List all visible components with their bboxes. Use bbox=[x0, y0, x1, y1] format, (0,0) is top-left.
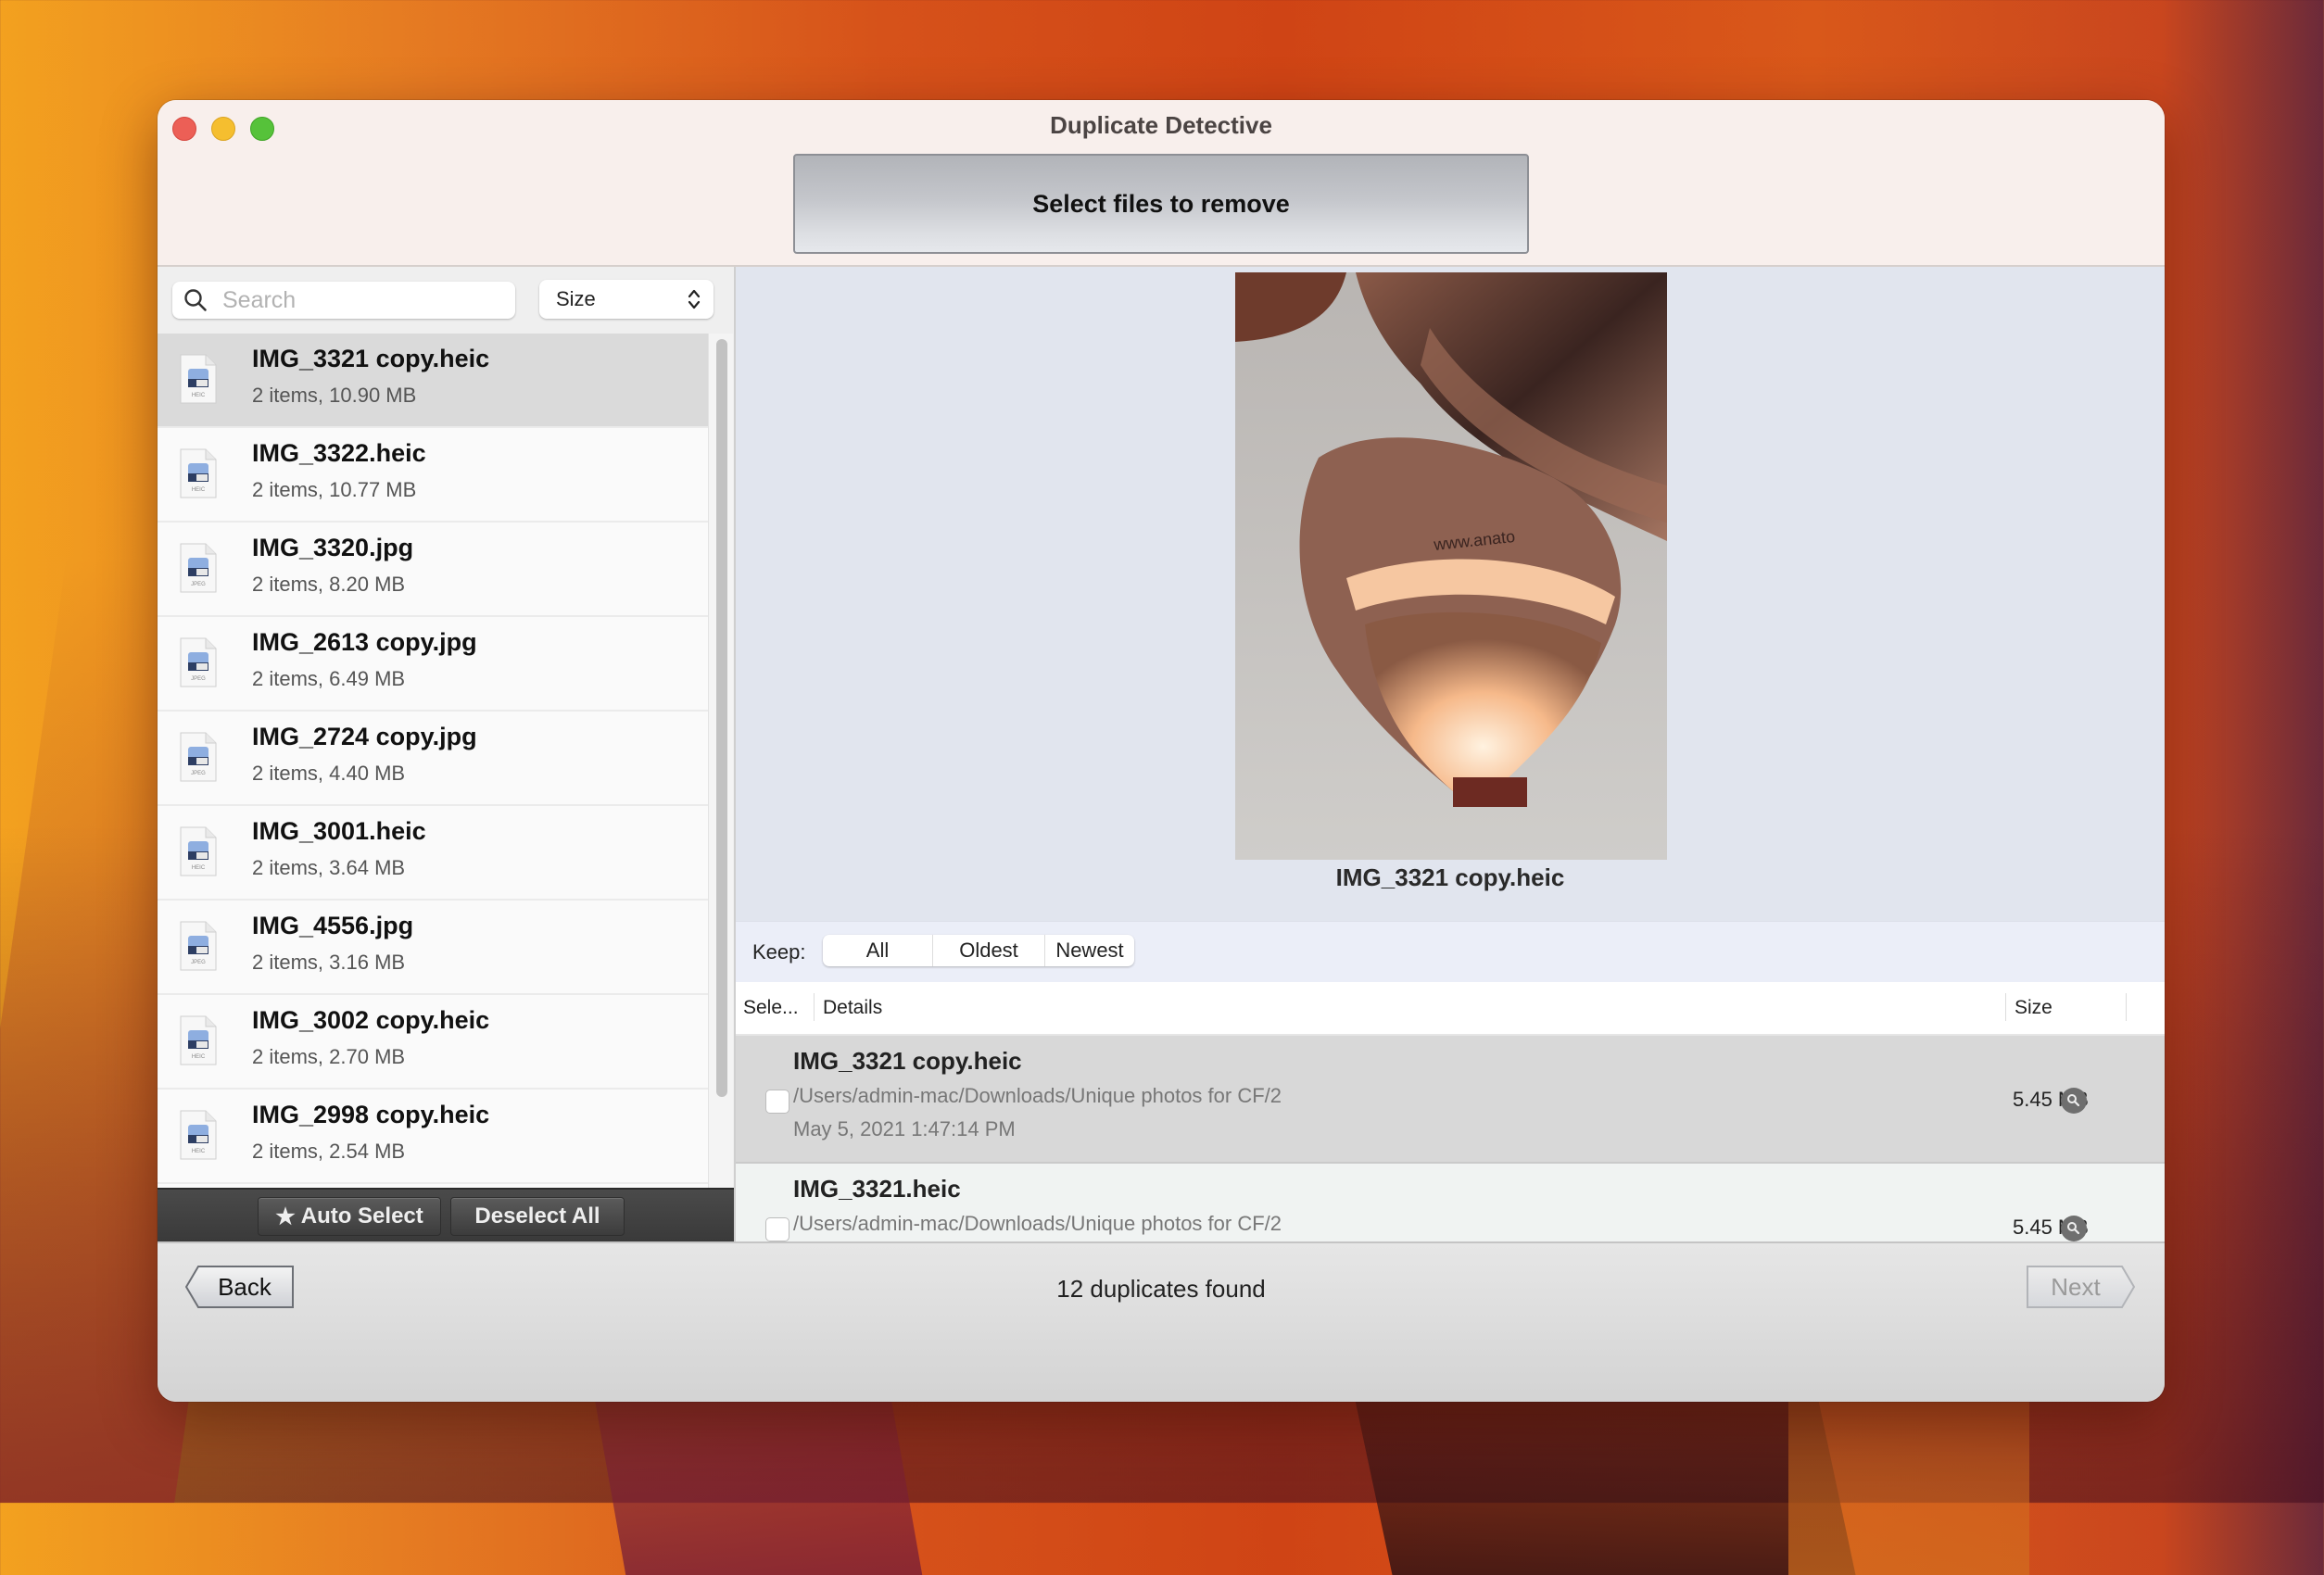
group-file-name: IMG_2724 copy.jpg bbox=[252, 723, 477, 750]
select-checkbox[interactable] bbox=[765, 1217, 789, 1241]
detail-pane: www.anato IMG_3321 copy.heic Keep: All O… bbox=[736, 267, 2165, 1290]
image-file-icon: JPEG bbox=[180, 637, 217, 687]
group-file-name: IMG_2998 copy.heic bbox=[252, 1101, 490, 1128]
step-banner: Select files to remove bbox=[793, 154, 1529, 254]
reveal-in-finder-button[interactable] bbox=[2061, 1088, 2087, 1114]
keep-newest-segment[interactable]: Newest bbox=[1045, 935, 1134, 966]
window-title: Duplicate Detective bbox=[1050, 111, 1272, 139]
group-summary: 2 items, 10.77 MB bbox=[252, 478, 417, 501]
up-down-chevron-icon bbox=[688, 289, 701, 309]
hot-air-balloon-photo: www.anato bbox=[1235, 272, 1667, 860]
selection-toolbar: ★ Auto Select Deselect All bbox=[158, 1188, 734, 1241]
preview-area: www.anato IMG_3321 copy.heic bbox=[736, 267, 2165, 921]
reveal-in-finder-button[interactable] bbox=[2061, 1216, 2087, 1241]
duplicate-group-item[interactable]: HEIC IMG_2998 copy.heic 2 items, 2.54 MB bbox=[158, 1090, 708, 1184]
list-scrollbar[interactable] bbox=[708, 334, 733, 1195]
group-file-name: IMG_3322.heic bbox=[252, 439, 426, 467]
image-file-icon: HEIC bbox=[180, 1015, 217, 1065]
next-button[interactable]: Next bbox=[2026, 1266, 2135, 1308]
image-file-icon: HEIC bbox=[180, 1110, 217, 1160]
column-header-size[interactable]: Size bbox=[2015, 997, 2052, 1019]
group-summary: 2 items, 3.64 MB bbox=[252, 856, 406, 879]
group-summary: 2 items, 2.54 MB bbox=[252, 1140, 406, 1163]
image-file-icon: JPEG bbox=[180, 732, 217, 782]
file-type-label: JPEG bbox=[191, 582, 206, 587]
search-input[interactable] bbox=[221, 285, 502, 315]
group-file-name: IMG_3320.jpg bbox=[252, 534, 414, 561]
group-file-name: IMG_4556.jpg bbox=[252, 912, 414, 939]
duplicate-group-item[interactable]: JPEG IMG_4556.jpg 2 items, 3.16 MB bbox=[158, 901, 708, 995]
file-name: IMG_3321 copy.heic bbox=[793, 1047, 1022, 1075]
deselect-all-button[interactable]: Deselect All bbox=[450, 1197, 625, 1236]
sort-select[interactable]: Size bbox=[539, 280, 714, 319]
star-icon: ★ bbox=[275, 1203, 296, 1229]
magnifier-icon bbox=[2067, 1222, 2080, 1235]
duplicate-group-item[interactable]: JPEG IMG_2724 copy.jpg 2 items, 4.40 MB bbox=[158, 712, 708, 806]
duplicate-group-item[interactable]: HEIC IMG_3002 copy.heic 2 items, 2.70 MB bbox=[158, 995, 708, 1090]
file-type-label: HEIC bbox=[192, 393, 206, 398]
duplicate-group-item[interactable]: HEIC IMG_3001.heic 2 items, 3.64 MB bbox=[158, 806, 708, 901]
preview-caption: IMG_3321 copy.heic bbox=[1335, 863, 1565, 891]
group-file-name: IMG_3321 copy.heic bbox=[252, 345, 490, 372]
column-header-details[interactable]: Details bbox=[823, 997, 882, 1019]
duplicate-group-item[interactable]: HEIC IMG_3322.heic 2 items, 10.77 MB bbox=[158, 428, 708, 523]
file-type-label: JPEG bbox=[191, 960, 206, 965]
keep-oldest-segment[interactable]: Oldest bbox=[933, 935, 1045, 966]
keep-label: Keep: bbox=[752, 940, 806, 964]
duplicate-groups-pane: Size HEIC IMG_3321 copy.heic 2 items, 10.9… bbox=[158, 267, 736, 1241]
group-file-name: IMG_2613 copy.jpg bbox=[252, 628, 477, 656]
file-type-label: HEIC bbox=[192, 1149, 206, 1154]
column-divider[interactable] bbox=[2126, 993, 2127, 1021]
image-file-icon: HEIC bbox=[180, 826, 217, 876]
group-summary: 2 items, 10.90 MB bbox=[252, 384, 417, 407]
sort-selected-value: Size bbox=[556, 287, 596, 310]
file-path: /Users/admin-mac/Downloads/Unique photos… bbox=[793, 1084, 1282, 1107]
group-file-name: IMG_3002 copy.heic bbox=[252, 1006, 490, 1034]
search-field[interactable] bbox=[172, 282, 515, 319]
image-file-icon: HEIC bbox=[180, 448, 217, 498]
group-file-name: IMG_3001.heic bbox=[252, 817, 426, 845]
group-summary: 2 items, 2.70 MB bbox=[252, 1045, 406, 1068]
next-label: Next bbox=[2051, 1272, 2101, 1301]
file-path: /Users/admin-mac/Downloads/Unique photos… bbox=[793, 1212, 1282, 1235]
group-summary: 2 items, 4.40 MB bbox=[252, 762, 406, 785]
footer-bar: Back 12 duplicates found Next bbox=[158, 1241, 2165, 1402]
column-divider[interactable] bbox=[814, 993, 815, 1021]
file-type-label: HEIC bbox=[192, 865, 206, 871]
group-summary: 2 items, 6.49 MB bbox=[252, 667, 406, 690]
files-table-header: Sele... Details Size bbox=[736, 982, 2165, 1036]
file-date: May 5, 2021 1:47:14 PM bbox=[793, 1117, 1016, 1140]
file-type-label: HEIC bbox=[192, 487, 206, 493]
duplicates-count-status: 12 duplicates found bbox=[1056, 1275, 1266, 1303]
image-file-icon: JPEG bbox=[180, 921, 217, 971]
search-icon bbox=[184, 289, 207, 311]
group-summary: 2 items, 3.16 MB bbox=[252, 951, 406, 974]
file-type-label: JPEG bbox=[191, 676, 206, 682]
file-type-label: JPEG bbox=[191, 771, 206, 776]
magnifier-icon bbox=[2067, 1094, 2080, 1107]
scrollbar-thumb[interactable] bbox=[716, 339, 727, 1097]
group-summary: 2 items, 8.20 MB bbox=[252, 573, 406, 596]
image-file-icon: JPEG bbox=[180, 543, 217, 593]
select-checkbox[interactable] bbox=[765, 1090, 789, 1114]
keep-segmented-control: All Oldest Newest bbox=[823, 935, 1134, 966]
image-file-icon: HEIC bbox=[180, 354, 217, 404]
file-type-label: HEIC bbox=[192, 1054, 206, 1060]
file-name: IMG_3321.heic bbox=[793, 1175, 961, 1203]
keep-all-segment[interactable]: All bbox=[823, 935, 933, 966]
file-row[interactable]: IMG_3321 copy.heic /Users/admin-mac/Down… bbox=[736, 1036, 2165, 1164]
auto-select-label: Auto Select bbox=[300, 1203, 423, 1228]
auto-select-button[interactable]: ★ Auto Select bbox=[258, 1197, 441, 1236]
duplicate-group-item[interactable]: HEIC IMG_3321 copy.heic 2 items, 10.90 MB bbox=[158, 334, 708, 428]
duplicate-group-item[interactable]: JPEG IMG_3320.jpg 2 items, 8.20 MB bbox=[158, 523, 708, 617]
preview-image: www.anato bbox=[1235, 272, 1667, 860]
column-divider[interactable] bbox=[2005, 993, 2006, 1021]
keep-bar: Keep: All Oldest Newest bbox=[736, 921, 2165, 983]
duplicate-groups-list: HEIC IMG_3321 copy.heic 2 items, 10.90 MB H… bbox=[158, 334, 708, 1195]
duplicate-group-item[interactable]: JPEG IMG_2613 copy.jpg 2 items, 6.49 MB bbox=[158, 617, 708, 712]
column-header-select[interactable]: Sele... bbox=[743, 997, 799, 1019]
title-bar: Duplicate Detective Select files to remo… bbox=[158, 100, 2165, 267]
app-window: Duplicate Detective Select files to remo… bbox=[158, 100, 2165, 1402]
